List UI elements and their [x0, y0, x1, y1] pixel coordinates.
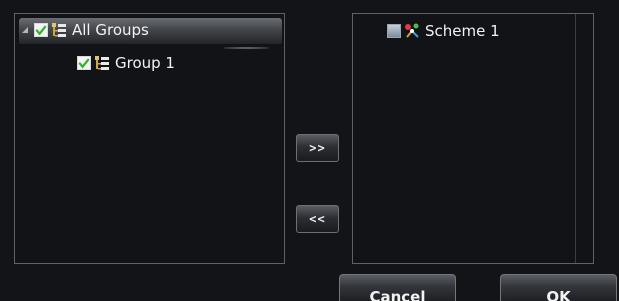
list-item-label: Scheme 1: [425, 22, 500, 40]
tree-node-label: All Groups: [72, 21, 149, 39]
checkmark-icon: [78, 58, 90, 68]
dialog: All Groups Group 1 >> << Scheme 1 Cancel…: [0, 0, 619, 301]
groups-tree-panel: All Groups Group 1: [14, 13, 285, 264]
tree-node-group-1[interactable]: Group 1: [77, 52, 175, 74]
checkbox-scheme-1[interactable]: [387, 24, 401, 38]
checkmark-icon: [35, 25, 47, 35]
checkbox-all-groups[interactable]: [34, 23, 48, 37]
checkbox-group-1[interactable]: [77, 56, 91, 70]
tree-node-all-groups[interactable]: All Groups: [20, 19, 149, 41]
remove-button[interactable]: <<: [296, 205, 339, 233]
list-item-scheme-1[interactable]: Scheme 1: [387, 20, 500, 42]
cancel-button-label: Cancel: [369, 288, 426, 301]
cancel-button[interactable]: Cancel: [339, 274, 456, 301]
expander-triangle-icon[interactable]: [22, 27, 28, 33]
ok-button[interactable]: OK: [500, 274, 617, 301]
ok-button-label: OK: [546, 288, 571, 301]
schemes-list-panel: Scheme 1: [352, 13, 594, 264]
add-button[interactable]: >>: [296, 134, 339, 162]
tree-node-label: Group 1: [115, 54, 175, 72]
group-tree-icon: [95, 56, 109, 70]
scrollbar-gutter[interactable]: [575, 14, 593, 263]
group-tree-icon: [52, 23, 66, 37]
scheme-icon: [405, 23, 419, 38]
